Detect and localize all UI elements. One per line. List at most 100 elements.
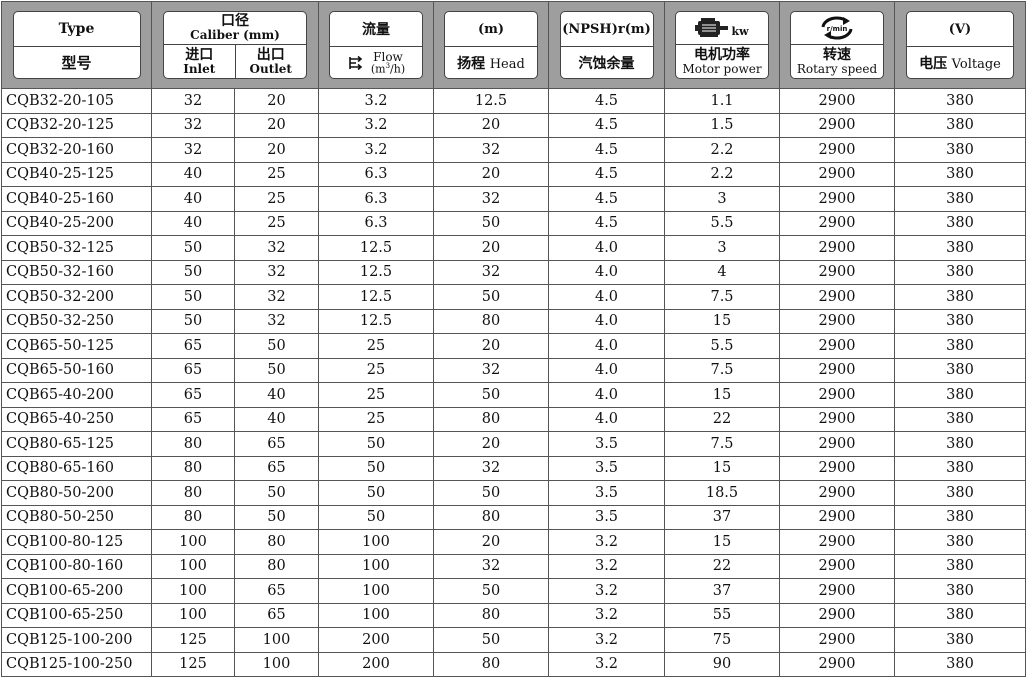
npsh-cell: 4.5	[548, 137, 665, 163]
header-row: Type 型号 口径 Caliber (mm) 进口 Inlet 出口 Outl…	[1, 1, 1026, 89]
speed-cell: 2900	[779, 357, 895, 383]
flow-header-cn: 流量	[362, 22, 390, 38]
speed-cell: 2900	[779, 627, 895, 653]
motor-icon	[695, 17, 729, 39]
head-cell: 80	[433, 406, 549, 432]
head-header-cn: 扬程	[457, 55, 486, 72]
head-cell: 50	[433, 578, 549, 604]
flow-arrows-icon	[347, 55, 365, 71]
head-cell: 32	[433, 455, 549, 481]
inlet-cell: 50	[151, 308, 235, 334]
voltage-cell: 380	[894, 382, 1026, 408]
outlet-cell: 80	[234, 553, 319, 579]
head-header-unit: (m)	[445, 12, 537, 47]
power-header-cn: 电机功率	[694, 46, 750, 63]
head-cell: 80	[433, 504, 549, 530]
outlet-cell: 50	[234, 333, 319, 359]
flow-cell: 50	[318, 455, 434, 481]
flow-cell: 25	[318, 357, 434, 383]
outlet-cell: 50	[234, 480, 319, 506]
pump-spec-table: Type 型号 口径 Caliber (mm) 进口 Inlet 出口 Outl…	[1, 1, 1026, 677]
voltage-cell: 380	[894, 235, 1026, 261]
table-row: CQB32-20-105 32 20 3.2 12.5 4.5 1.1 2900 380	[1, 88, 1026, 114]
outlet-subheader-en: Outlet	[249, 61, 292, 76]
speed-cell: 2900	[779, 553, 895, 579]
outlet-cell: 25	[234, 210, 319, 236]
speed-cell: 2900	[779, 308, 895, 334]
npsh-cell: 4.0	[548, 382, 665, 408]
power-cell: 18.5	[664, 480, 780, 506]
flow-cell: 3.2	[318, 88, 434, 114]
model-cell: CQB80-65-160	[1, 455, 152, 481]
model-cell: CQB50-32-125	[1, 235, 152, 261]
power-cell: 90	[664, 651, 780, 677]
npsh-cell: 3.2	[548, 651, 665, 677]
head-cell: 20	[433, 161, 549, 187]
power-cell: 3	[664, 235, 780, 261]
npsh-cell: 4.0	[548, 259, 665, 285]
inlet-cell: 100	[151, 602, 235, 628]
voltage-cell: 380	[894, 480, 1026, 506]
flow-header-unit: (m3/h)	[370, 61, 406, 76]
outlet-cell: 20	[234, 137, 319, 163]
power-cell: 5.5	[664, 333, 780, 359]
npsh-header-cn: 汽蚀余量	[578, 55, 635, 72]
table-row: CQB65-50-160 65 50 25 32 4.0 7.5 2900 380	[1, 357, 1026, 383]
table-row: CQB32-20-125 32 20 3.2 20 4.5 1.5 2900 380	[1, 112, 1026, 138]
speed-cell: 2900	[779, 651, 895, 677]
pump-spec-sheet: Type 型号 口径 Caliber (mm) 进口 Inlet 出口 Outl…	[0, 0, 1026, 678]
head-cell: 12.5	[433, 88, 549, 114]
voltage-header-en: Voltage	[951, 56, 1001, 72]
flow-cell: 50	[318, 431, 434, 457]
power-cell: 1.5	[664, 112, 780, 138]
voltage-header-unit: (V)	[907, 12, 1013, 47]
power-cell: 22	[664, 553, 780, 579]
table-row: CQB125-100-250 125 100 200 80 3.2 90 2900 380	[1, 651, 1026, 677]
flow-cell: 6.3	[318, 161, 434, 187]
head-cell: 50	[433, 210, 549, 236]
outlet-cell: 80	[234, 529, 319, 555]
voltage-cell: 380	[894, 529, 1026, 555]
table-row: CQB50-32-200 50 32 12.5 50 4.0 7.5 2900 380	[1, 284, 1026, 310]
model-cell: CQB40-25-160	[1, 186, 152, 212]
voltage-cell: 380	[894, 284, 1026, 310]
model-cell: CQB100-80-160	[1, 553, 152, 579]
speed-cell: 2900	[779, 284, 895, 310]
speed-cell: 2900	[779, 259, 895, 285]
head-cell: 20	[433, 529, 549, 555]
model-cell: CQB40-25-200	[1, 210, 152, 236]
head-cell: 20	[433, 112, 549, 138]
flow-cell: 6.3	[318, 186, 434, 212]
inlet-cell: 50	[151, 235, 235, 261]
inlet-cell: 40	[151, 186, 235, 212]
voltage-cell: 380	[894, 651, 1026, 677]
power-cell: 1.1	[664, 88, 780, 114]
voltage-cell: 380	[894, 627, 1026, 653]
inlet-cell: 125	[151, 651, 235, 677]
outlet-cell: 100	[234, 651, 319, 677]
npsh-cell: 3.5	[548, 431, 665, 457]
outlet-cell: 25	[234, 161, 319, 187]
table-row: CQB100-80-160 100 80 100 32 3.2 22 2900 380	[1, 553, 1026, 579]
model-cell: CQB32-20-125	[1, 112, 152, 138]
inlet-cell: 50	[151, 284, 235, 310]
outlet-cell: 20	[234, 112, 319, 138]
rotation-icon: r/min	[817, 15, 857, 41]
npsh-cell: 4.0	[548, 333, 665, 359]
voltage-cell: 380	[894, 431, 1026, 457]
speed-cell: 2900	[779, 186, 895, 212]
flow-header-box: 流量 Flow (m3/h)	[329, 11, 423, 79]
flow-cell: 200	[318, 627, 434, 653]
type-header-en: Type	[13, 12, 140, 47]
npsh-header: (NPSH)r(m) 汽蚀余量	[548, 1, 665, 89]
inlet-cell: 80	[151, 480, 235, 506]
outlet-cell: 65	[234, 431, 319, 457]
table-row: CQB80-65-160 80 65 50 32 3.5 15 2900 380	[1, 455, 1026, 481]
model-cell: CQB50-32-160	[1, 259, 152, 285]
voltage-cell: 380	[894, 259, 1026, 285]
table-row: CQB32-20-160 32 20 3.2 32 4.5 2.2 2900 380	[1, 137, 1026, 163]
table-row: CQB65-40-250 65 40 25 80 4.0 22 2900 380	[1, 406, 1026, 432]
npsh-header-unit: (NPSH)r(m)	[560, 12, 653, 47]
flow-cell: 100	[318, 529, 434, 555]
head-header-en: Head	[489, 56, 525, 72]
